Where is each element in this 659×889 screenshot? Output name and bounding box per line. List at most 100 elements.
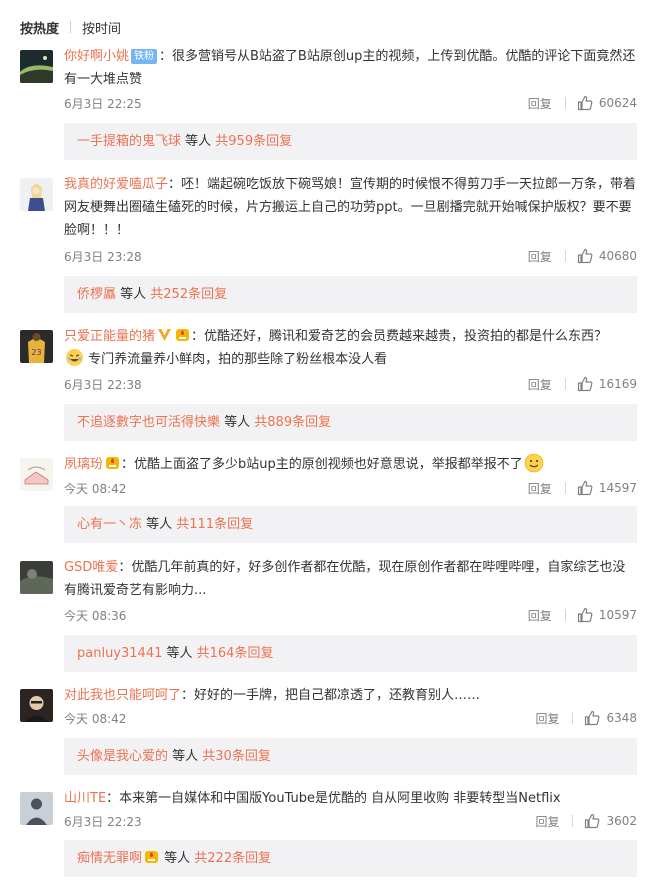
reply-summary-mid: 等人 [116, 287, 151, 302]
reply-summary-user[interactable]: 头像是我心爱的 [77, 749, 168, 764]
comment-actions: 回复 40680 [528, 248, 637, 265]
reply-button[interactable]: 回复 [528, 607, 552, 624]
thumbs-up-icon [577, 376, 593, 392]
like-count: 40680 [598, 249, 637, 263]
reply-summary-mid: 等人 [168, 749, 203, 764]
like-count: 3602 [606, 814, 637, 828]
comment-meta: 6月3日 22:38 回复 16169 [64, 374, 637, 394]
reply-summary-count[interactable]: 共164条回复 [197, 646, 274, 661]
like-button[interactable]: 3602 [584, 813, 637, 829]
thumbs-up-icon [577, 607, 593, 623]
action-divider [564, 482, 566, 494]
comment-meta: 6月3日 22:23 回复 3602 [64, 811, 637, 831]
reply-summary[interactable]: 心有一丶冻 等人 共111条回复 [64, 506, 637, 543]
avatar-portrait-icon [20, 689, 53, 722]
like-count: 14597 [598, 481, 637, 495]
reply-summary-user[interactable]: 不追逐數字也可活得快樂 [77, 415, 220, 430]
comment-body: 山川TE：本来第一自媒体和中国版YouTube是优酷的 自从阿里收购 非要转型当… [64, 787, 637, 810]
reply-summary[interactable]: 不追逐數字也可活得快樂 等人 共889条回复 [64, 404, 637, 441]
comment-time: 今天 08:36 [64, 608, 127, 623]
comment-body: 对此我也只能呵呵了：好好的一手牌，把自己都凉透了，还教育别人…… [64, 684, 637, 707]
reply-summary-user[interactable]: panluy31441 [77, 646, 162, 661]
action-divider [564, 97, 566, 109]
avatar[interactable]: 23 [20, 330, 53, 363]
reply-summary-count[interactable]: 共889条回复 [254, 415, 331, 430]
reply-summary-count[interactable]: 共111条回复 [176, 517, 253, 532]
like-count: 6348 [606, 711, 637, 725]
hot-badge-icon [143, 843, 160, 863]
reply-summary-user[interactable]: 侨椤屭 [77, 287, 116, 302]
like-button[interactable]: 60624 [577, 95, 637, 111]
like-button[interactable]: 10597 [577, 607, 637, 623]
like-count: 10597 [598, 608, 637, 622]
avatar-night-sky-icon [20, 50, 53, 83]
avatar[interactable] [20, 50, 53, 83]
comment-body: 夙璃玢 ：优酷上面盗了多少b站up主的原创视频也好意思说，举报都举报不了 [64, 453, 637, 476]
reply-summary-count[interactable]: 共959条回复 [215, 134, 292, 149]
avatar[interactable] [20, 178, 53, 211]
action-divider [564, 609, 566, 621]
comment-time: 6月3日 22:25 [64, 96, 142, 111]
comment-text: ：优酷上面盗了多少b站up主的原创视频也好意思说，举报都举报不了 [121, 457, 523, 472]
reply-summary-mid: 等人 [162, 646, 197, 661]
username-link[interactable]: GSD唯爱 [64, 560, 118, 575]
username-link[interactable]: 我真的好爱嗑瓜子 [64, 177, 168, 192]
reply-summary[interactable]: 头像是我心爱的 等人 共30条回复 [64, 738, 637, 775]
laughing-emoji-icon [65, 348, 84, 367]
like-button[interactable]: 6348 [584, 710, 637, 726]
like-button[interactable]: 40680 [577, 248, 637, 264]
reply-summary-user[interactable]: 心有一丶冻 [77, 517, 142, 532]
username-link[interactable]: 只爱正能量的猪 [64, 329, 155, 344]
reply-summary-count[interactable]: 共252条回复 [150, 287, 227, 302]
avatar[interactable] [20, 561, 53, 594]
reply-summary[interactable]: 侨椤屭 等人 共252条回复 [64, 276, 637, 313]
comment-meta: 6月3日 23:28 回复 40680 [64, 246, 637, 266]
sort-by-time-tab[interactable]: 按时间 [82, 18, 121, 37]
avatar[interactable] [20, 458, 53, 491]
reply-button[interactable]: 回复 [528, 95, 552, 112]
smile-emoji-icon [524, 453, 544, 473]
reply-button[interactable]: 回复 [528, 480, 552, 497]
sort-by-hot-tab[interactable]: 按热度 [20, 18, 59, 37]
comment-time: 6月3日 22:23 [64, 814, 142, 829]
comment-time: 今天 08:42 [64, 481, 127, 496]
reply-button[interactable]: 回复 [528, 248, 552, 265]
reply-button[interactable]: 回复 [535, 710, 559, 727]
username-link[interactable]: 山川TE [64, 791, 106, 806]
reply-summary-user[interactable]: 痴情无罪啊 [77, 851, 142, 866]
comment-actions: 回复 16169 [528, 376, 637, 393]
avatar[interactable] [20, 792, 53, 825]
comment-text-line2: 专门养流量养小鲜肉，拍的那些除了粉丝根本没人看 [88, 352, 388, 367]
avatar[interactable] [20, 689, 53, 722]
reply-summary-count[interactable]: 共30条回复 [202, 749, 271, 764]
username-link[interactable]: 夙璃玢 [64, 457, 103, 472]
like-button[interactable]: 16169 [577, 376, 637, 392]
reply-button[interactable]: 回复 [535, 813, 559, 830]
comment-meta: 今天 08:42 回复 14597 [64, 478, 637, 498]
hot-badge-icon [104, 454, 121, 471]
reply-summary[interactable]: 痴情无罪啊 等人 共222条回复 [64, 840, 637, 877]
comment-body: 我真的好爱嗑瓜子：呸！端起碗吃饭放下碗骂娘！宣传期的时候恨不得剪刀手一天拉郎一万… [64, 173, 637, 242]
comment-text: ：本来第一自媒体和中国版YouTube是优酷的 自从阿里收购 非要转型当Netf… [106, 791, 561, 806]
thumbs-up-icon [577, 248, 593, 264]
reply-summary[interactable]: panluy31441 等人 共164条回复 [64, 635, 637, 672]
hot-badge-icon [174, 326, 191, 343]
like-count: 60624 [598, 96, 637, 110]
like-button[interactable]: 14597 [577, 480, 637, 496]
reply-summary[interactable]: 一手提箱的鬼飞球 等人 共959条回复 [64, 123, 637, 160]
sort-bar: 按热度 按时间 [20, 17, 121, 37]
comment-meta: 6月3日 22:25 回复 60624 [64, 93, 637, 113]
reply-button[interactable]: 回复 [528, 376, 552, 393]
thumbs-up-icon [585, 813, 600, 829]
action-divider [564, 250, 566, 262]
comment-text: ：优酷几年前真的好，好多创作者都在优酷，现在原创作者都在哔哩哔哩，自家综艺也没有… [64, 560, 626, 598]
username-link[interactable]: 对此我也只能呵呵了 [64, 688, 181, 703]
verified-v-icon [156, 326, 173, 343]
reply-summary-user[interactable]: 一手提箱的鬼飞球 [77, 134, 181, 149]
action-divider [572, 712, 574, 724]
reply-summary-count[interactable]: 共222条回复 [194, 851, 271, 866]
username-link[interactable]: 你好啊小姚 [64, 49, 129, 64]
like-count: 16169 [598, 377, 637, 391]
comment-text: ：优酷还好，腾讯和爱奇艺的会员费越来越贵，投资拍的都是什么东西？ [191, 329, 608, 344]
comment-actions: 回复 3602 [535, 813, 637, 830]
